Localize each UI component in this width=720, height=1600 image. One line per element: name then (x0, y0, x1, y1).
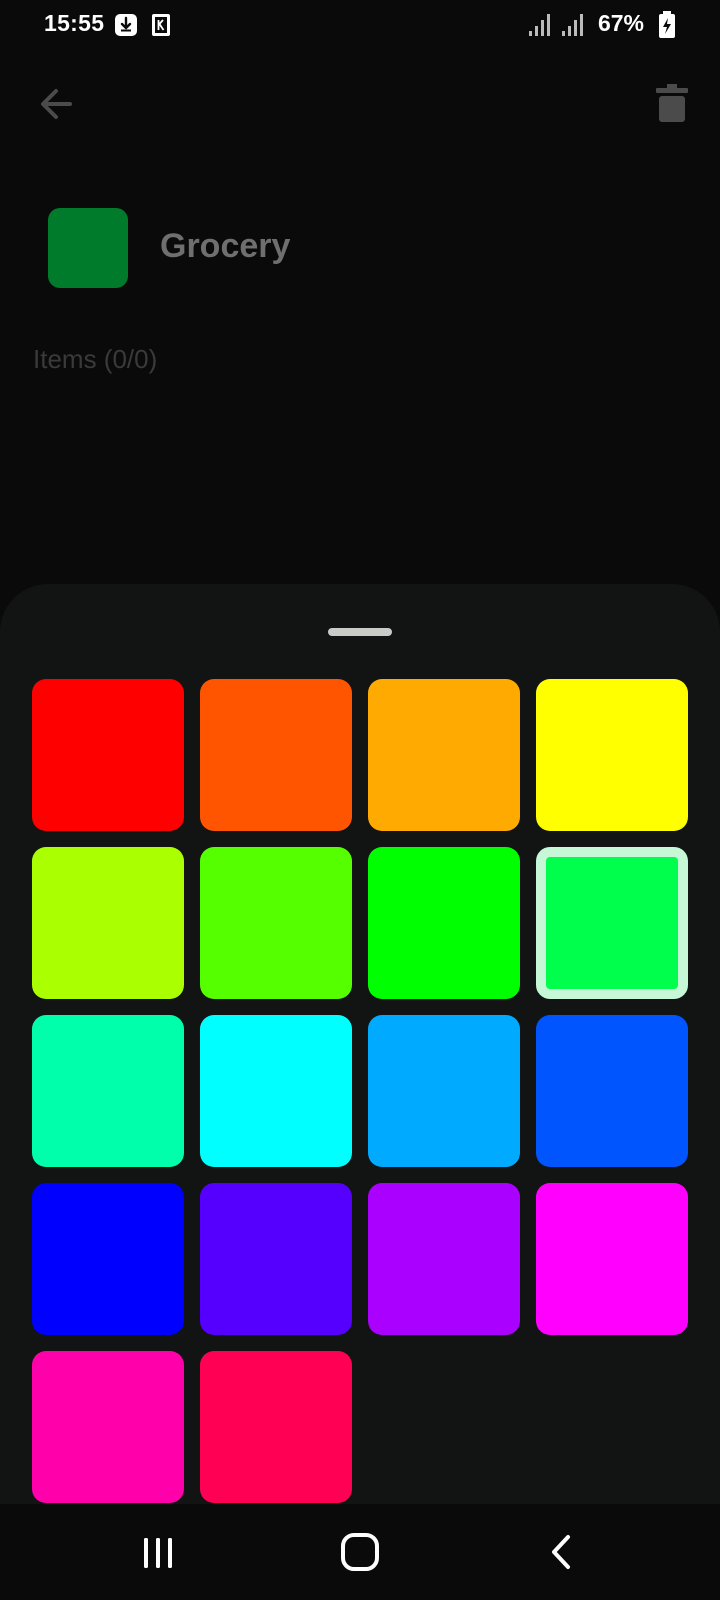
k-app-notification-icon (150, 13, 172, 36)
items-count-label: Items (0/0) (33, 344, 158, 374)
arrow-left-icon (41, 89, 72, 119)
color-swatch[interactable] (32, 1015, 184, 1167)
color-swatch[interactable] (368, 1015, 520, 1167)
color-swatch[interactable] (200, 847, 352, 999)
battery-percentage: 67% (597, 10, 644, 36)
color-swatch[interactable] (536, 1183, 688, 1335)
back-button[interactable] (32, 80, 80, 128)
battery-charging-icon (658, 11, 676, 44)
color-swatch[interactable] (32, 847, 184, 999)
delete-list-button[interactable] (648, 78, 696, 126)
signal-icon (560, 12, 584, 43)
screen: 15:55 67% Grocery Items (0/0) (0, 0, 720, 1600)
color-swatch[interactable] (536, 679, 688, 831)
recent-apps-button[interactable] (130, 1524, 186, 1580)
color-swatch[interactable] (32, 679, 184, 831)
download-notification-icon (114, 13, 137, 36)
color-swatch[interactable] (368, 847, 520, 999)
color-swatch-grid (32, 679, 688, 1503)
color-swatch[interactable] (200, 679, 352, 831)
recent-apps-icon (144, 1538, 172, 1568)
home-icon (341, 1533, 379, 1571)
trash-icon (656, 84, 688, 122)
status-time: 15:55 (44, 10, 105, 36)
color-swatch[interactable] (200, 1015, 352, 1167)
drag-handle[interactable] (328, 628, 392, 636)
status-bar: 15:55 67% (0, 0, 720, 50)
color-swatch[interactable] (200, 1183, 352, 1335)
list-title[interactable]: Grocery (160, 227, 290, 266)
color-swatch[interactable] (368, 1183, 520, 1335)
color-swatch[interactable] (32, 1183, 184, 1335)
color-swatch[interactable] (536, 847, 688, 999)
color-swatch[interactable] (368, 679, 520, 831)
back-icon (552, 1535, 570, 1569)
list-color-swatch[interactable] (48, 208, 128, 288)
color-swatch[interactable] (536, 1015, 688, 1167)
signal-icon (527, 12, 551, 43)
color-picker-sheet (0, 584, 720, 1600)
color-swatch[interactable] (32, 1351, 184, 1503)
color-swatch[interactable] (200, 1351, 352, 1503)
nav-back-button[interactable] (534, 1524, 590, 1580)
home-button[interactable] (332, 1524, 388, 1580)
navigation-bar (0, 1504, 720, 1600)
